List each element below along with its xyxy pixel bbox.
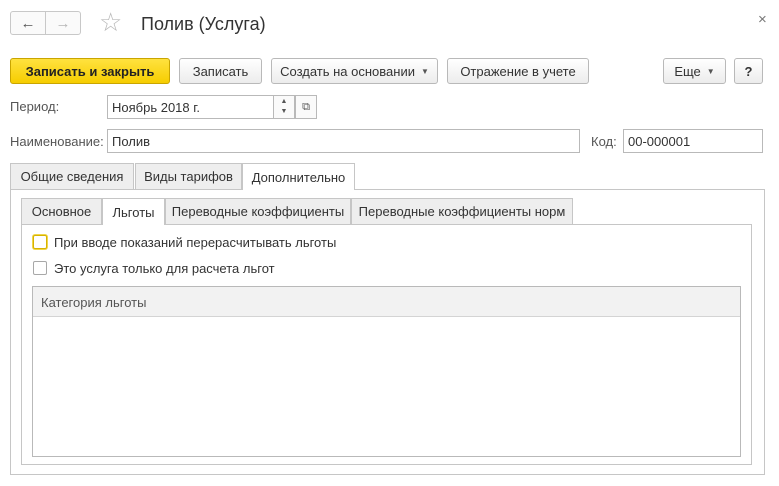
only-benefits-checkbox[interactable]	[33, 261, 47, 275]
recalc-benefits-label: При вводе показаний перерасчитывать льго…	[54, 235, 337, 250]
more-button[interactable]: Еще ▼	[663, 58, 726, 84]
caret-down-icon: ▼	[706, 66, 715, 76]
only-benefits-label: Это услуга только для расчета льгот	[54, 261, 275, 276]
open-form-icon: ⧉	[302, 100, 310, 113]
save-and-close-button[interactable]: Записать и закрыть	[10, 58, 170, 84]
benefit-categories-table[interactable]: Категория льготы	[32, 286, 741, 457]
spin-up-icon: ▲	[280, 98, 288, 105]
forward-button[interactable]: →	[45, 11, 81, 35]
recalc-benefits-checkbox[interactable]	[33, 235, 47, 249]
period-picker-button[interactable]: ⧉	[295, 95, 317, 119]
period-label: Период:	[10, 99, 60, 114]
spin-down-icon: ▼	[280, 108, 288, 115]
favorite-star-icon[interactable]: ☆	[99, 7, 122, 37]
accounting-button[interactable]: Отражение в учете	[447, 58, 589, 84]
help-button[interactable]: ?	[734, 58, 763, 84]
window-title: Полив (Услуга)	[141, 14, 266, 34]
arrow-right-icon: →	[55, 14, 71, 32]
create-based-on-button[interactable]: Создать на основании ▼	[271, 58, 438, 84]
tab-additional[interactable]: Дополнительно	[242, 163, 355, 190]
subtab-main[interactable]: Основное	[21, 198, 102, 224]
tab-general[interactable]: Общие сведения	[10, 163, 134, 189]
save-button[interactable]: Записать	[179, 58, 262, 84]
period-field[interactable]: Ноябрь 2018 г.	[107, 95, 274, 119]
period-spinner[interactable]: ▲ ▼	[273, 95, 295, 119]
create-based-on-label: Создать на основании	[280, 63, 415, 79]
back-button[interactable]: ←	[10, 11, 46, 35]
name-label: Наименование:	[10, 134, 104, 149]
code-label: Код:	[591, 134, 617, 149]
more-label: Еще	[674, 63, 701, 79]
subtab-benefits[interactable]: Льготы	[102, 198, 165, 225]
subtab-norm-conversion-coefficients[interactable]: Переводные коэффициенты норм	[351, 198, 573, 224]
arrow-left-icon: ←	[20, 14, 36, 32]
code-field[interactable]: 00-000001	[623, 129, 763, 153]
tab-tariff-types[interactable]: Виды тарифов	[135, 163, 242, 189]
subtab-conversion-coefficients[interactable]: Переводные коэффициенты	[165, 198, 351, 224]
column-header-benefit-category[interactable]: Категория льготы	[33, 287, 740, 317]
caret-down-icon: ▼	[420, 66, 429, 76]
close-icon[interactable]: ×	[758, 11, 767, 28]
name-field[interactable]: Полив	[107, 129, 580, 153]
